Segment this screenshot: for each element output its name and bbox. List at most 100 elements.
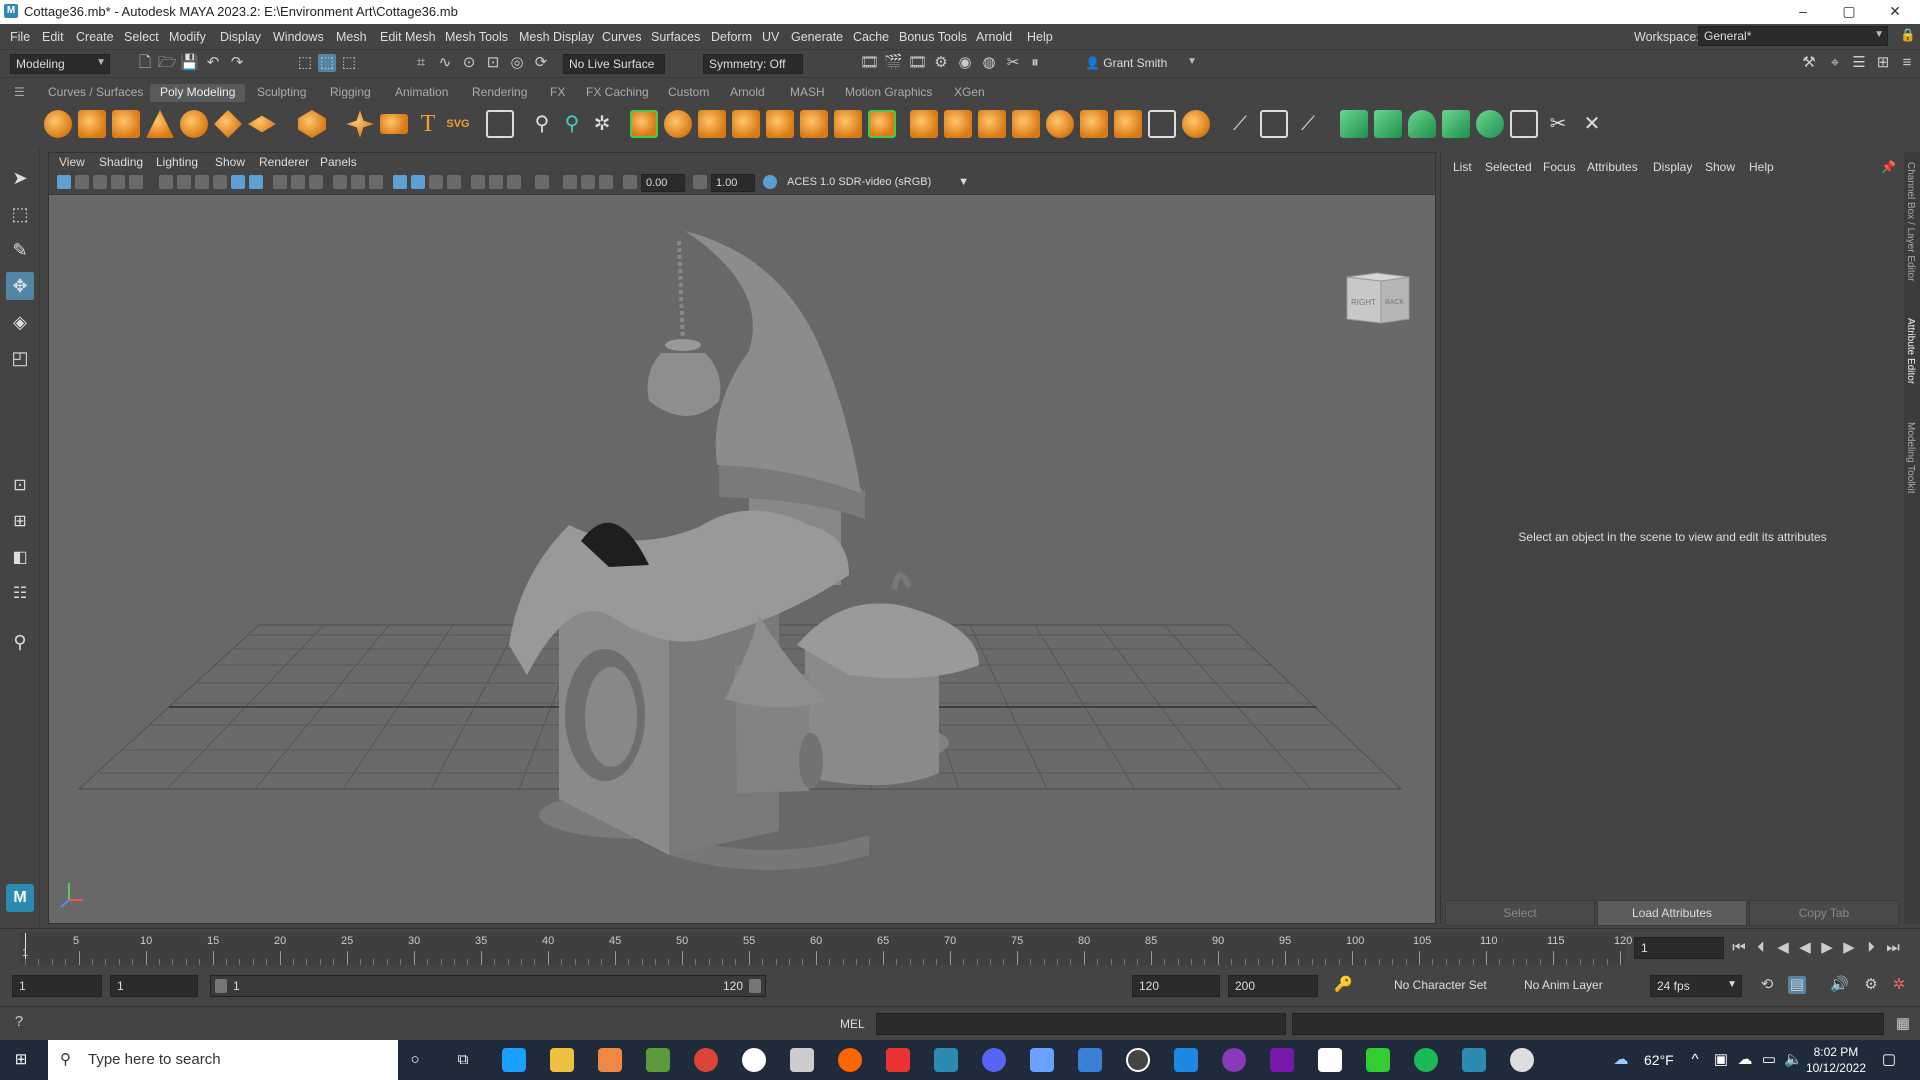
help-icon[interactable]: ? bbox=[10, 1013, 28, 1031]
office-icon[interactable] bbox=[886, 1048, 910, 1072]
rotate-tool-icon[interactable]: ◈ bbox=[6, 308, 34, 336]
poly-cylinder-icon[interactable] bbox=[112, 110, 140, 138]
step-forward-key-icon[interactable]: ⏵ bbox=[1862, 939, 1880, 957]
anti-aliasing-icon[interactable] bbox=[489, 175, 503, 189]
2d-pan-zoom-icon[interactable] bbox=[129, 175, 143, 189]
select-component-icon[interactable]: ⬚ bbox=[340, 54, 358, 72]
shelf-tab-motion-graphics[interactable]: Motion Graphics bbox=[835, 84, 942, 102]
film-gate-icon[interactable] bbox=[195, 175, 209, 189]
user-account[interactable]: 👤 Grant Smith ▼ bbox=[1080, 54, 1200, 74]
sew-uv-icon[interactable]: ✕ bbox=[1578, 110, 1606, 138]
shelf-tab-animation[interactable]: Animation bbox=[385, 84, 458, 102]
arnold-render-icon[interactable]: ◍ bbox=[980, 54, 998, 72]
time-slider[interactable]: 1 5 10 15 20 25 30 35 40 45 50 55 60 65 70 75 80 85 90 95 1… bbox=[0, 928, 1920, 968]
vp-menu-lighting[interactable]: Lighting bbox=[156, 155, 198, 169]
shelf-tab-fx-caching[interactable]: FX Caching bbox=[576, 84, 659, 102]
snap-view-icon[interactable]: ⊡ bbox=[484, 54, 502, 72]
uv-editor-icon[interactable]: ⚲ bbox=[558, 110, 586, 138]
boolean-union-icon[interactable] bbox=[910, 110, 938, 138]
tab-modeling-toolkit[interactable]: Modeling Toolkit bbox=[1905, 422, 1916, 494]
insert-loop-icon[interactable] bbox=[1148, 110, 1176, 138]
snap-grid-icon[interactable]: ⌗ bbox=[412, 54, 430, 72]
motion-blur-icon[interactable] bbox=[471, 175, 485, 189]
menu-select[interactable]: Select bbox=[124, 30, 159, 44]
save-scene-icon[interactable]: 💾 bbox=[180, 54, 199, 72]
image-plane-icon[interactable] bbox=[111, 175, 125, 189]
color-management-icon[interactable] bbox=[763, 175, 777, 189]
single-perspective-layout-icon[interactable]: ⊡ bbox=[6, 472, 34, 500]
isolate-select-icon[interactable] bbox=[535, 175, 549, 189]
multi-cut-icon[interactable] bbox=[1046, 110, 1074, 138]
gamma-field[interactable]: 1.00 bbox=[711, 174, 755, 192]
viewport-panel[interactable]: View Shading Lighting Show Renderer Pane… bbox=[48, 152, 1436, 924]
shelf-tab-fx[interactable]: FX bbox=[540, 84, 575, 102]
menu-cache[interactable]: Cache bbox=[853, 30, 889, 44]
vp-menu-show[interactable]: Show bbox=[215, 155, 245, 169]
bridge-icon[interactable] bbox=[766, 110, 794, 138]
ae-menu-display[interactable]: Display bbox=[1653, 160, 1692, 174]
poly-cone-icon[interactable] bbox=[146, 110, 174, 138]
notepad-icon[interactable] bbox=[1318, 1048, 1342, 1072]
menu-surfaces[interactable]: Surfaces bbox=[651, 30, 700, 44]
play-back-icon[interactable]: ◀ bbox=[1796, 939, 1814, 957]
shelf-tab-rigging[interactable]: Rigging bbox=[320, 84, 381, 102]
ae-menu-help[interactable]: Help bbox=[1749, 160, 1774, 174]
combine-grid-icon[interactable] bbox=[486, 110, 514, 138]
extrude-icon[interactable] bbox=[800, 110, 828, 138]
unfold-uv-icon[interactable] bbox=[1510, 110, 1538, 138]
render-settings-icon[interactable]: ⚙ bbox=[932, 54, 950, 72]
ae-load-attributes-button[interactable]: Load Attributes bbox=[1597, 900, 1747, 926]
separate-icon[interactable] bbox=[664, 110, 692, 138]
windows-start-icon[interactable]: ⊞ bbox=[12, 1051, 30, 1069]
menu-arnold[interactable]: Arnold bbox=[976, 30, 1012, 44]
chrome-icon[interactable] bbox=[694, 1048, 718, 1072]
gate-mask-icon[interactable] bbox=[231, 175, 245, 189]
cut-uv-icon[interactable]: ✂ bbox=[1544, 110, 1572, 138]
vp-menu-panels[interactable]: Panels bbox=[320, 155, 357, 169]
redo-icon[interactable]: ↷ bbox=[228, 54, 246, 72]
super-shape-icon[interactable] bbox=[346, 110, 374, 138]
menu-display[interactable]: Display bbox=[220, 30, 261, 44]
default-material-icon[interactable] bbox=[351, 175, 365, 189]
persp-outliner-layout-icon[interactable]: ◧ bbox=[6, 544, 34, 572]
select-object-icon[interactable]: ⬚ bbox=[318, 54, 336, 72]
menu-bonus-tools[interactable]: Bonus Tools bbox=[899, 30, 967, 44]
scene-end-field[interactable]: 200 bbox=[1228, 975, 1318, 997]
shelf-menu-icon[interactable]: ☰ bbox=[10, 84, 29, 102]
boolean-intersect-icon[interactable] bbox=[978, 110, 1006, 138]
shelf-tab-poly-modeling[interactable]: Poly Modeling bbox=[150, 84, 246, 102]
go-to-start-icon[interactable]: ⏮ bbox=[1730, 939, 1748, 957]
sound-icon[interactable]: 🔊 bbox=[1830, 976, 1849, 994]
weather-temp[interactable]: 62°F bbox=[1644, 1052, 1674, 1068]
file-explorer-icon[interactable] bbox=[550, 1048, 574, 1072]
exposure-field[interactable]: 0.00 bbox=[641, 174, 685, 192]
step-back-key-icon[interactable]: ⏴ bbox=[1752, 939, 1770, 957]
vscode-icon[interactable] bbox=[1174, 1048, 1198, 1072]
render-view-icon[interactable]: 🎞 bbox=[860, 54, 879, 72]
poly-plane-icon[interactable] bbox=[214, 110, 242, 138]
shelf-tab-arnold[interactable]: Arnold bbox=[720, 84, 775, 102]
planar-uv-icon[interactable] bbox=[1340, 110, 1368, 138]
scene-start-field[interactable]: 1 bbox=[12, 975, 102, 997]
step-forward-frame-icon[interactable]: ▶ bbox=[1840, 939, 1858, 957]
depth-of-field-icon[interactable] bbox=[507, 175, 521, 189]
menu-file[interactable]: File bbox=[10, 30, 30, 44]
tab-channel-box[interactable]: Channel Box / Layer Editor bbox=[1905, 162, 1916, 282]
minecraft-icon[interactable] bbox=[646, 1048, 670, 1072]
fill-hole-icon[interactable] bbox=[868, 110, 896, 138]
playback-start-field[interactable]: 1 bbox=[110, 975, 198, 997]
snap-point-icon[interactable]: ⊙ bbox=[460, 54, 478, 72]
paint-select-tool-icon[interactable]: ✎ bbox=[6, 236, 34, 264]
menu-generate[interactable]: Generate bbox=[791, 30, 843, 44]
camera-uv-icon[interactable] bbox=[1476, 110, 1504, 138]
resolution-gate-icon[interactable] bbox=[213, 175, 227, 189]
range-end-handle[interactable] bbox=[749, 979, 761, 993]
playback-end-field[interactable]: 120 bbox=[1132, 975, 1220, 997]
ae-menu-selected[interactable]: Selected bbox=[1485, 160, 1532, 174]
menu-edit[interactable]: Edit bbox=[42, 30, 64, 44]
xray-icon[interactable] bbox=[563, 175, 577, 189]
app-icon[interactable] bbox=[790, 1048, 814, 1072]
safe-title-icon[interactable] bbox=[291, 175, 305, 189]
shelf-tab-sculpting[interactable]: Sculpting bbox=[247, 84, 316, 102]
edge-loop-icon[interactable] bbox=[1114, 110, 1142, 138]
